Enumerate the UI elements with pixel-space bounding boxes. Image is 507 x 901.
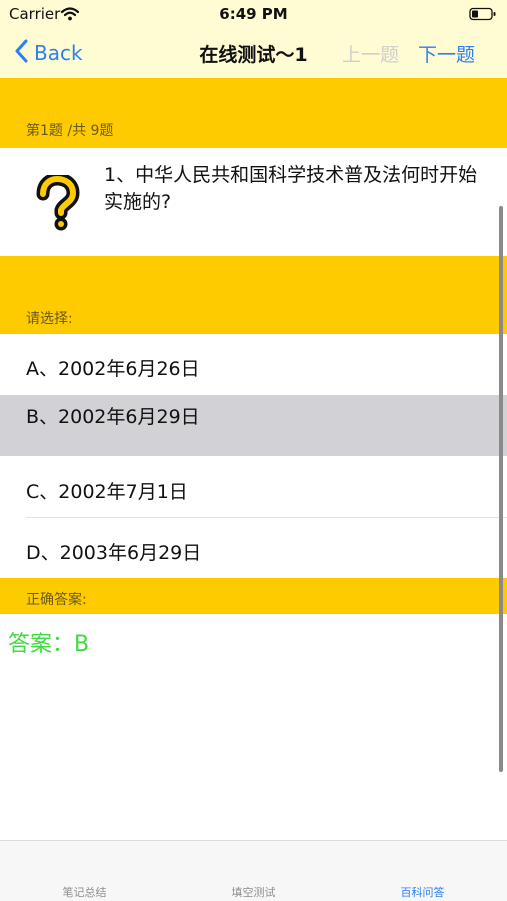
battery-icon [469,6,497,25]
progress-label: 第1题 /共 9题 [26,123,114,139]
answer-text: 答案：B [8,632,90,657]
status-time: 6:49 PM [219,5,288,23]
option-a[interactable]: A、2002年6月26日 [0,334,507,395]
navigation-bar: Back 在线测试～1 上一题 下一题 [0,28,507,78]
option-label: B、2002年6月29日 [26,406,200,428]
choose-label: 请选择: [26,311,73,327]
status-bar: Carrier 6:49 PM [0,0,507,28]
scroll-indicator[interactable] [499,206,503,772]
option-d[interactable]: D、2003年6月29日 [0,518,507,578]
tab-notes[interactable]: 笔记总结 [0,884,169,900]
back-button[interactable]: Back [14,38,83,68]
tab-bar: 笔记总结 填空测试 百科问答 [0,840,507,901]
tab-encyclopedia-qa[interactable]: 百科问答 [338,884,507,900]
back-label: Back [34,41,83,65]
tab-fill-blank-test[interactable]: 填空测试 [169,884,338,900]
option-label: D、2003年6月29日 [26,542,202,564]
previous-question-button[interactable]: 上一题 [342,40,399,67]
next-question-button[interactable]: 下一题 [418,40,475,67]
answer-section-label: 正确答案: [26,592,87,608]
option-b[interactable]: B、2002年6月29日 [0,395,507,456]
option-label: C、2002年7月1日 [26,481,188,503]
question-panel: 1、中华人民共和国科学技术普及法何时开始实施的? [0,148,507,256]
answer-section: 正确答案: [0,578,507,614]
chevron-left-icon [14,39,28,67]
option-c[interactable]: C、2002年7月1日 [0,456,507,517]
progress-section: 第1题 /共 9题 [0,78,507,148]
choose-section: 请选择: [0,256,507,334]
question-text: 1、中华人民共和国科学技术普及法何时开始实施的? [104,164,478,213]
question-mark-icon [30,172,82,235]
option-label: A、2002年6月26日 [26,358,200,380]
